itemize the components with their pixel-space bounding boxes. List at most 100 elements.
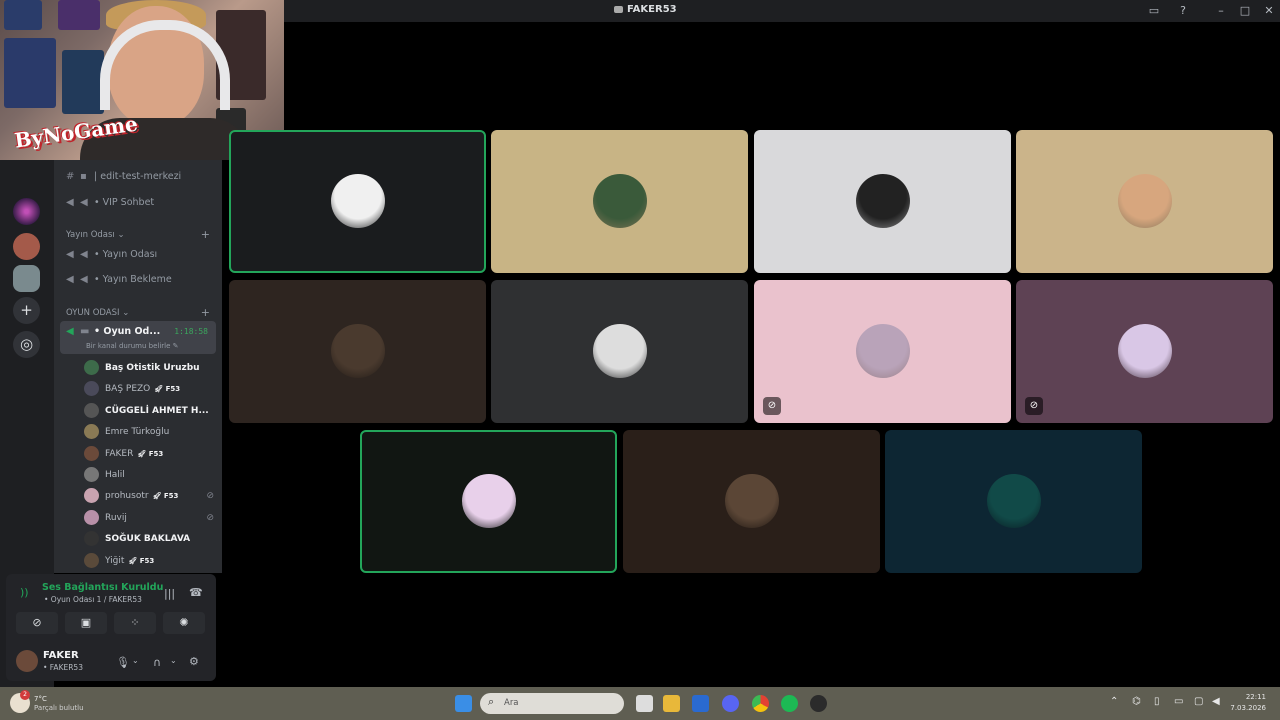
close-button[interactable]: ✕ [1261,3,1277,19]
noise-suppression-icon[interactable]: ||| [164,587,175,600]
voice-status[interactable]: Ses Bağlantısı Kuruldu [42,582,163,593]
participant-tile[interactable] [623,430,880,573]
speaker-icon: ◀ [80,197,88,208]
signal-icon[interactable]: )) [20,586,29,599]
participant-avatar [725,474,779,528]
settings-gear-icon[interactable]: ⚙ [189,655,199,668]
voice-member[interactable]: FAKER 🚀︎ F53 [84,445,163,464]
voice-member[interactable]: Ruvij [84,509,127,528]
screen-share-button[interactable]: ▣ [65,612,107,634]
weather-status[interactable]: Parçalı bulutlu [34,704,84,712]
muted-mic-icon: ⊘ [763,397,781,415]
rocket-icon: 🚀︎ [154,385,166,394]
participant-tile[interactable] [1016,130,1273,273]
chevron-up-icon[interactable]: ⌃ [1110,696,1118,707]
poster [62,50,104,114]
help-icon[interactable]: ? [1175,3,1191,19]
voice-member[interactable]: CÜGGELİ AHMET H... [84,402,209,421]
file-explorer-icon[interactable] [663,695,680,712]
voice-member[interactable]: Baş Otistik Uruzbu [84,360,200,378]
category-yayin-odasi[interactable]: Yayın Odası ⌄ [66,230,125,240]
participant-tile[interactable] [885,430,1142,573]
discover-button[interactable]: ◎ [13,331,40,358]
keyboard-icon[interactable]: ▭ [1174,696,1183,707]
user-avatar[interactable] [16,650,38,672]
participant-tile[interactable] [229,280,486,423]
channel-vip-sohbet[interactable]: ◀ ◀ • VIP Sohbet [66,197,154,215]
taskbar-search[interactable]: ⌕ Ara [480,693,624,714]
weather-temp[interactable]: 7°C [34,695,47,703]
voice-member[interactable]: BAŞ PEZO 🚀︎ F53 [84,381,180,399]
spotify-icon[interactable] [781,695,798,712]
server-icon-2[interactable] [13,233,40,260]
display-icon[interactable]: ▢ [1194,696,1203,707]
task-view-icon[interactable] [636,695,653,712]
soundboard-button[interactable]: ✺ [163,612,205,634]
participant-tile[interactable] [229,130,486,273]
inbox-icon[interactable]: ▭ [1146,3,1162,19]
maximize-button[interactable]: □ [1237,3,1253,19]
text-channel-icon: # [66,171,75,182]
obs-icon[interactable] [810,695,827,712]
add-server-button[interactable]: + [13,297,40,324]
discord-taskbar-icon[interactable] [722,695,739,712]
channel-edit-test-merkezi[interactable]: # ▪ | edit-test-merkezi [66,171,181,189]
chrome-icon[interactable] [752,695,769,712]
member-avatar [84,381,99,397]
server-icon-1[interactable] [13,198,40,225]
participant-tile[interactable]: ⊘ [1016,280,1273,423]
voice-member[interactable]: Yiğit 🚀︎ F53 [84,552,154,571]
speaker-icon: ◀ [66,249,74,260]
channel-timer: 1:18:58 [174,327,208,336]
voice-member[interactable]: SOĞUK BAKLAVA [84,531,190,549]
add-channel-icon[interactable]: + [201,306,210,319]
voice-member[interactable]: prohusotr 🚀︎ F53 [84,488,178,506]
category-oyun-odasi[interactable]: OYUN ODASI ⌄ [66,308,129,318]
channel-yayin-odasi[interactable]: ◀ ◀ • Yayın Odası [66,249,157,267]
participant-tile[interactable] [491,130,748,273]
microphone-icon[interactable]: 🎙︎ [116,656,130,669]
member-avatar [84,488,99,504]
voice-member[interactable]: Emre Türkoğlu [84,424,169,442]
server-icon-3[interactable] [13,265,40,292]
chevron-down-icon[interactable]: ⌄ [132,656,139,665]
participant-tile[interactable] [754,130,1011,273]
minimize-button[interactable]: – [1213,3,1229,19]
participant-tile[interactable]: ⊘ [754,280,1011,423]
network-icon[interactable]: ⌬ [1132,696,1141,707]
notification-badge: 2 [20,690,30,700]
user-subtitle: • FAKER53 [43,663,83,672]
windows-start-icon[interactable] [455,695,472,712]
participant-avatar [1118,174,1172,228]
poster [58,0,100,30]
channel-oyun-odasi[interactable]: ◀ ▬ • Oyun Od... 1:18:58 Bir kanal durumu … [60,321,216,354]
rocket-icon: 🚀︎ [128,556,140,565]
voice-location[interactable]: • Oyun Odası 1 / FAKER53 [44,595,142,604]
volume-icon[interactable]: ◀ [1212,696,1220,707]
camera-button[interactable]: ⊘ [16,612,58,634]
user-name[interactable]: FAKER [43,650,79,661]
member-avatar [84,445,99,461]
speaker-icon: ◀ [66,197,74,208]
member-name: BAŞ PEZO [105,384,151,395]
taskbar-clock[interactable]: 22:11 7.03.2026 [1230,692,1266,714]
channel-status[interactable]: Bir kanal durumu belirle ✎ [86,342,179,350]
add-channel-icon[interactable]: + [201,228,210,241]
voice-member[interactable]: Halil [84,467,125,485]
disconnect-icon[interactable]: ☎ [189,586,203,599]
clock-time: 22:11 [1245,693,1266,701]
usb-icon[interactable]: ▯ [1154,696,1160,707]
chevron-down-icon[interactable]: ⌄ [170,656,177,665]
speaker-icon: ◀ [80,249,88,260]
participant-tile[interactable] [491,280,748,423]
store-icon[interactable] [692,695,709,712]
headphones-icon[interactable]: ∩ [153,656,161,669]
activities-button[interactable]: ⁘ [114,612,156,634]
participant-avatar [856,324,910,378]
controller-icon: ▬ [80,326,90,337]
compass-icon: ◎ [19,335,34,353]
screen-share-icon: ▣ [80,616,92,629]
windows-taskbar: 2 7°C Parçalı bulutlu ⌕ Ara ⌃ ⌬ ▯ ▭ ▢ ◀ … [0,687,1280,720]
participant-tile[interactable] [360,430,617,573]
channel-yayin-bekleme[interactable]: ◀ ◀ • Yayın Bekleme [66,274,172,292]
